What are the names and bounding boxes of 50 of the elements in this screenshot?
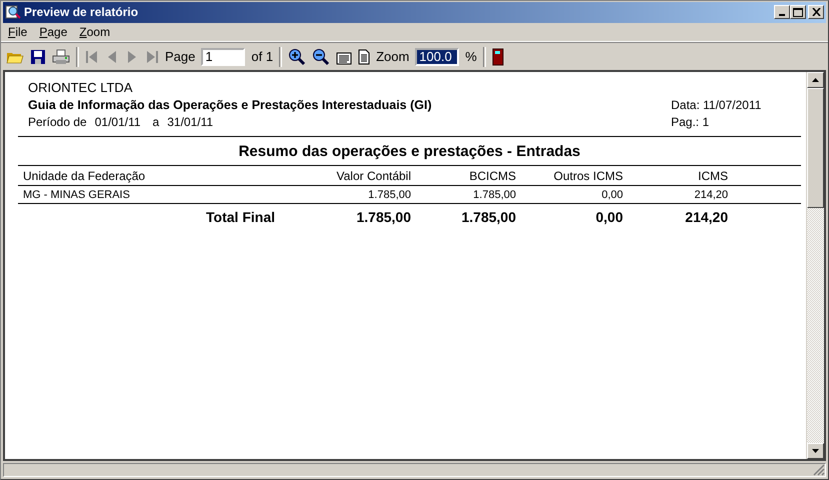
- vertical-scrollbar[interactable]: [806, 72, 824, 459]
- column-header: BCICMS: [468, 168, 516, 183]
- table-cell-text: 0,00: [600, 188, 623, 201]
- resize-grip-icon[interactable]: [813, 464, 825, 476]
- printer-icon[interactable]: [52, 48, 70, 65]
- column-header: ICMS: [697, 168, 728, 183]
- full-page-icon[interactable]: [358, 48, 370, 65]
- column-header: Outros ICMS: [552, 168, 623, 183]
- menu-item[interactable]: Page: [39, 24, 68, 39]
- column-header: Unidade da Federação: [22, 168, 146, 183]
- total-value: 214,20: [684, 208, 728, 225]
- save-icon[interactable]: [30, 48, 46, 65]
- page-count: of 1: [251, 49, 274, 64]
- period-separator: a: [152, 114, 160, 129]
- total-value: 1.785,00: [356, 208, 411, 225]
- column-header: Valor Contábil: [336, 168, 411, 183]
- section-title: Resumo das operações e prestações - Entradas: [238, 142, 580, 160]
- close-button[interactable]: [808, 5, 824, 20]
- period-date: 01/01/11: [94, 114, 141, 129]
- zoom-in-icon[interactable]: [288, 48, 306, 66]
- app-icon: [5, 4, 21, 20]
- close-icon: [812, 8, 820, 16]
- table-cell-text: MG - MINAS GERAIS: [22, 188, 131, 201]
- scroll-down-icon: [812, 448, 819, 453]
- period-date: 31/01/11: [167, 114, 214, 129]
- menu-item[interactable]: Zoom: [79, 24, 110, 39]
- table-cell-text: 214,20: [693, 188, 728, 201]
- company-name: ORIONTEC LTDA: [28, 80, 134, 95]
- total-label: Total Final: [205, 208, 276, 225]
- report-title: Guia de Informação das Operações e Prestações Interestaduais (GI): [28, 98, 432, 112]
- zoom-out-icon[interactable]: [312, 48, 330, 66]
- zoom-label: Zoom: [376, 49, 410, 64]
- minimize-button[interactable]: [774, 5, 790, 20]
- page-number: Pag.: 1: [671, 114, 710, 129]
- window-title: Preview de relatório: [24, 5, 140, 20]
- table-cell-text: 1.785,00: [472, 188, 516, 201]
- total-value: 1.785,00: [460, 208, 516, 225]
- page-label: Page: [165, 49, 196, 64]
- zoom-field[interactable]: 100.0: [415, 48, 460, 66]
- maximize-icon: [793, 8, 803, 17]
- period-label: Período de: [28, 114, 87, 129]
- report-date: Data: 11/07/2011: [671, 98, 762, 112]
- page-field[interactable]: 1: [201, 48, 246, 66]
- menu-item[interactable]: File: [8, 24, 28, 39]
- zoom-unit: %: [465, 49, 477, 64]
- total-value: 0,00: [594, 208, 623, 225]
- exit-door-icon[interactable]: [492, 48, 504, 66]
- maximize-button[interactable]: [790, 5, 806, 20]
- scroll-up-icon: [812, 78, 819, 82]
- table-cell-text: 1.785,00: [367, 188, 411, 201]
